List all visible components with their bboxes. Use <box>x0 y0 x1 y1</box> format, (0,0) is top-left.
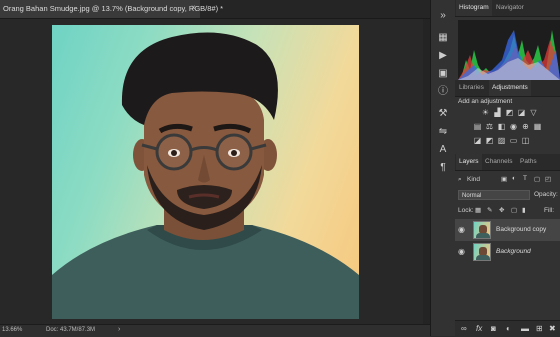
tab-channels[interactable]: Channels <box>482 154 515 170</box>
layer-thumbnail <box>473 243 491 261</box>
play-action-icon[interactable]: ▶ <box>434 48 452 64</box>
blend-mode-dropdown[interactable]: Normal <box>458 190 530 200</box>
character-icon[interactable]: A <box>434 142 452 158</box>
eye-icon[interactable]: ◉ <box>458 247 465 256</box>
lock-label: Lock: <box>458 207 474 214</box>
vertical-scrollbar[interactable] <box>423 19 430 324</box>
tab-navigator[interactable]: Navigator <box>493 0 527 16</box>
threshold-icon[interactable]: ▨ <box>497 136 506 145</box>
histogram-tabs: Histogram Navigator <box>455 0 560 17</box>
tab-paths[interactable]: Paths <box>517 154 540 170</box>
opacity-label: Opacity: <box>534 191 558 198</box>
close-icon[interactable]: × <box>191 3 196 12</box>
layer-row-background-copy[interactable]: ◉ Background copy <box>455 219 560 241</box>
black-white-icon[interactable]: ◧ <box>497 122 506 131</box>
tab-libraries[interactable]: Libraries <box>456 80 487 96</box>
invert-icon[interactable]: ◪ <box>473 136 482 145</box>
curves-icon[interactable]: ◩ <box>505 108 514 117</box>
adjustments-title: Add an adjustment <box>458 98 513 105</box>
gradient-map-icon[interactable]: ▭ <box>509 136 518 145</box>
layer-name: Background copy <box>496 226 547 233</box>
portrait-illustration <box>52 32 359 319</box>
tab-layers[interactable]: Layers <box>456 154 482 170</box>
vibrance-icon[interactable]: ▽ <box>529 108 538 117</box>
lock-transparent-icon[interactable]: ▦ <box>475 206 481 214</box>
photo-filter-icon[interactable]: ◉ <box>509 122 518 131</box>
brush-settings-icon[interactable]: ⚒ <box>434 106 452 122</box>
add-mask-icon[interactable]: ◙ <box>491 324 496 333</box>
lock-all-icon[interactable]: ▮ <box>522 206 526 214</box>
adjustments-tabs: Libraries Adjustments <box>455 80 560 97</box>
kind-filter-label[interactable]: Kind <box>467 176 480 183</box>
info-icon[interactable]: ⓘ <box>434 84 452 100</box>
brightness-contrast-icon[interactable]: ☀ <box>481 108 490 117</box>
filter-smart-object-icon[interactable]: ◰ <box>545 175 551 183</box>
document-size-info: Doc: 43.7M/87.3M <box>46 327 96 333</box>
layer-name: Background <box>496 248 531 255</box>
eye-icon[interactable]: ◉ <box>458 225 465 234</box>
layer-style-icon[interactable]: fx <box>476 324 482 333</box>
posterize-icon[interactable]: ◩ <box>485 136 494 145</box>
filter-shape-icon[interactable]: ▢ <box>534 175 540 183</box>
lock-position-icon[interactable]: ✥ <box>499 206 504 214</box>
layer-thumbnail <box>473 221 491 239</box>
document-tab-bar: Orang Bahan Smudge.jpg @ 13.7% (Backgrou… <box>0 0 430 19</box>
blend-mode-value: Normal <box>462 193 482 199</box>
filter-adjustment-icon[interactable]: ◐ <box>512 175 516 182</box>
panel-icon-strip: » ▦ ▶ ▣ ⓘ ⚒ ⇋ A ¶ <box>430 0 456 336</box>
layers-bottom-toolbar: ∞ fx ◙ ◐ ▬ ⊞ ✖ <box>455 320 560 337</box>
levels-icon[interactable]: ▟ <box>493 108 502 117</box>
exposure-icon[interactable]: ◪ <box>517 108 526 117</box>
filter-type-icon[interactable]: T <box>523 175 527 182</box>
color-lookup-icon[interactable]: ▦ <box>533 122 542 131</box>
selective-color-icon[interactable]: ◫ <box>521 136 530 145</box>
filter-pixel-icon[interactable]: ▣ <box>501 175 507 183</box>
right-panels: Histogram Navigator Libraries Adjustment… <box>455 0 560 337</box>
status-bar: 13.66% Doc: 43.7M/87.3M › <box>0 324 430 337</box>
hue-saturation-icon[interactable]: ▤ <box>473 122 482 131</box>
lock-artboard-icon[interactable]: ▢ <box>511 206 517 214</box>
new-group-icon[interactable]: ▬ <box>521 324 529 333</box>
delete-layer-icon[interactable]: ✖ <box>549 324 556 333</box>
new-adjustment-icon[interactable]: ◐ <box>506 324 511 333</box>
tab-adjustments[interactable]: Adjustments <box>489 80 531 96</box>
channel-mixer-icon[interactable]: ⊕ <box>521 122 530 131</box>
lock-image-icon[interactable]: ✎ <box>487 206 492 214</box>
histogram-plot <box>458 30 560 80</box>
zoom-level[interactable]: 13.66% <box>2 327 22 333</box>
history-icon[interactable]: ▦ <box>434 30 452 46</box>
histogram-graph <box>458 20 560 80</box>
properties-icon[interactable]: ⇋ <box>434 124 452 140</box>
status-menu-arrow-icon[interactable]: › <box>118 326 120 333</box>
tab-histogram[interactable]: Histogram <box>456 0 492 16</box>
paragraph-icon[interactable]: ¶ <box>434 160 452 176</box>
layer-row-background[interactable]: ◉ Background <box>455 241 560 263</box>
document-tab[interactable]: Orang Bahan Smudge.jpg @ 13.7% (Backgrou… <box>0 0 223 18</box>
link-layers-icon[interactable]: ∞ <box>461 324 467 333</box>
collapse-panels-icon[interactable]: » <box>434 8 452 24</box>
layers-tabs: Layers Channels Paths <box>455 154 560 171</box>
fill-label: Fill: <box>544 207 555 214</box>
new-layer-icon[interactable]: ⊞ <box>536 324 543 333</box>
color-balance-icon[interactable]: ⚖ <box>485 122 494 131</box>
layers-comp-icon[interactable]: ▣ <box>434 66 452 82</box>
search-icon: ⌕ <box>458 176 462 183</box>
document-image[interactable] <box>52 25 359 319</box>
